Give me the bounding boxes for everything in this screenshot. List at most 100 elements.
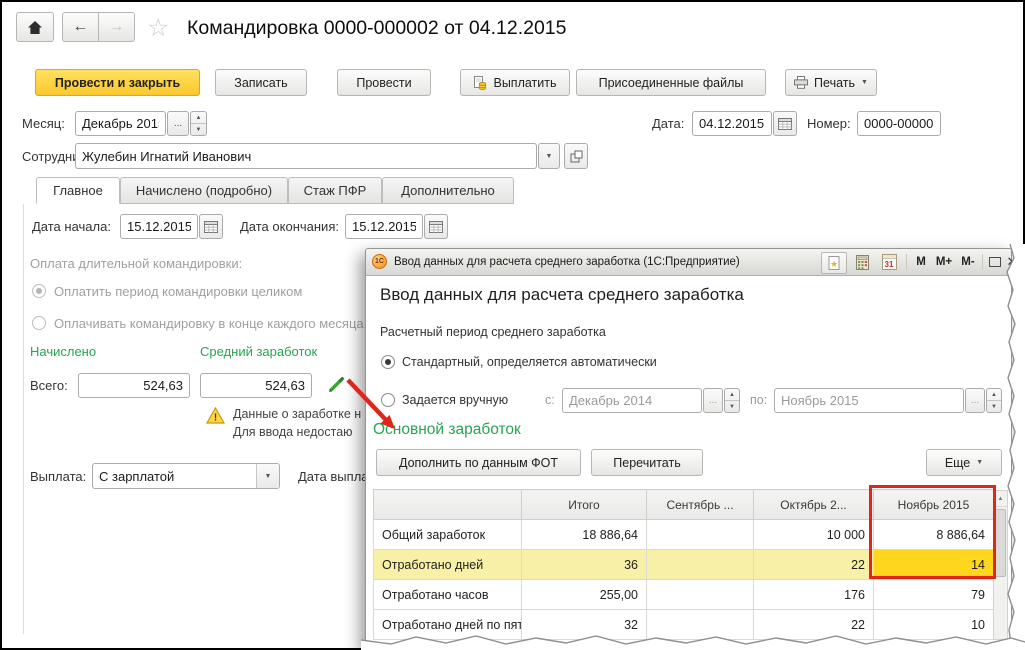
cell-name[interactable]: Отработано часов <box>374 580 522 610</box>
memory-plus-label: M+ <box>936 256 952 268</box>
favorites-doc-button[interactable]: ★ <box>821 252 847 274</box>
favorite-star-icon[interactable]: ☆ <box>147 13 169 43</box>
date-end-label: Дата окончания: <box>240 219 339 234</box>
tab-accrued-detail[interactable]: Начислено (подробно) <box>120 177 288 204</box>
calendar-icon <box>778 118 792 130</box>
radio-manual-label: Задается вручную <box>402 393 508 407</box>
tab-pfr[interactable]: Стаж ПФР <box>288 177 382 204</box>
tab-main-label: Главное <box>53 183 103 198</box>
spin-up-icon: ▲ <box>191 112 206 124</box>
payout-combobox[interactable]: С зарплатой ▼ <box>92 463 280 489</box>
cell-september[interactable] <box>647 580 754 610</box>
payout-label: Выплата: <box>30 469 86 484</box>
back-button[interactable]: ← <box>62 12 99 42</box>
calendar-tool-button[interactable]: 31 <box>879 252 899 272</box>
average-total-input[interactable] <box>200 373 312 398</box>
fill-from-fot-button[interactable]: Дополнить по данным ФОТ <box>376 449 581 476</box>
period-to-spinner[interactable]: ▲▼ <box>986 388 1002 413</box>
column-header-total[interactable]: Итого <box>522 490 647 520</box>
payout-dropdown-icon[interactable]: ▼ <box>256 464 279 488</box>
column-header-name[interactable] <box>374 490 522 520</box>
print-dropdown-icon: ▼ <box>861 79 868 86</box>
post-button[interactable]: Провести <box>337 69 431 96</box>
period-from-spinner[interactable]: ▲▼ <box>724 388 740 413</box>
cell-total[interactable]: 255,00 <box>522 580 647 610</box>
more-label: Еще <box>945 456 970 470</box>
calendar-31-icon: 31 <box>882 254 897 270</box>
doc-date-input[interactable] <box>692 111 772 136</box>
more-button[interactable]: Еще ▼ <box>926 449 1002 476</box>
back-arrow-icon: ← <box>73 18 89 36</box>
month-select-button[interactable]: ... <box>167 111 189 136</box>
home-button[interactable] <box>16 12 54 42</box>
svg-text:★: ★ <box>830 259 838 269</box>
date-end-calendar-button[interactable] <box>424 214 448 239</box>
annotation-rectangle <box>869 485 996 579</box>
cell-name[interactable]: Общий заработок <box>374 520 522 550</box>
radio-pay-full-label: Оплатить период командировки целиком <box>54 284 302 299</box>
1c-logo-icon: 1С <box>372 254 387 269</box>
radio-pay-full <box>32 284 46 298</box>
period-label: Расчетный период среднего заработка <box>380 325 606 339</box>
cell-october[interactable]: 10 000 <box>754 520 874 550</box>
open-link-icon <box>570 150 583 163</box>
month-input[interactable] <box>75 111 166 136</box>
long-trip-group-label: Оплата длительной командировки: <box>30 256 242 271</box>
month-spinner[interactable]: ▲ ▼ <box>190 111 207 136</box>
date-end-input[interactable] <box>345 214 423 239</box>
screenshot-canvas: ← → ☆ Командировка 0000-000002 от 04.12.… <box>0 0 1025 650</box>
cell-november[interactable]: 79 <box>874 580 994 610</box>
write-button[interactable]: Записать <box>215 69 307 96</box>
memory-plus-button[interactable]: M+ <box>932 252 956 272</box>
fill-from-fot-label: Дополнить по данным ФОТ <box>399 456 558 470</box>
titlebar-separator <box>982 254 983 270</box>
radio-standard-label: Стандартный, определяется автоматически <box>402 355 657 369</box>
date-start-input[interactable] <box>120 214 198 239</box>
attachments-button[interactable]: Присоединенные файлы <box>576 69 766 96</box>
spin-down-icon: ▼ <box>987 401 1001 412</box>
dialog-titlebar[interactable]: 1С Ввод данных для расчета среднего зара… <box>366 249 1011 276</box>
cell-name[interactable]: Отработано дней <box>374 550 522 580</box>
doc-number-label: Номер: <box>807 116 851 131</box>
doc-number-input[interactable] <box>857 111 941 136</box>
total-label: Всего: <box>30 378 68 393</box>
memory-minus-button[interactable]: M- <box>956 252 980 272</box>
tab-main[interactable]: Главное <box>36 177 120 204</box>
period-to-label: по: <box>750 393 767 407</box>
reread-button[interactable]: Перечитать <box>591 449 703 476</box>
forward-button[interactable]: → <box>98 12 135 42</box>
calendar-icon <box>429 221 443 233</box>
period-to-input[interactable] <box>774 388 964 413</box>
tab-additional[interactable]: Дополнительно <box>382 177 514 204</box>
tab-additional-label: Дополнительно <box>401 183 495 198</box>
pay-button[interactable]: Выплатить <box>460 69 570 96</box>
period-from-select-button[interactable]: ... <box>703 388 723 413</box>
page-title: Командировка 0000-000002 от 04.12.2015 <box>187 17 567 40</box>
radio-standard-period[interactable] <box>381 355 395 369</box>
cell-total[interactable]: 36 <box>522 550 647 580</box>
print-button[interactable]: Печать ▼ <box>785 69 877 96</box>
cell-september[interactable] <box>647 520 754 550</box>
period-to-select-button[interactable]: ... <box>965 388 985 413</box>
date-start-calendar-button[interactable] <box>199 214 223 239</box>
employee-dropdown-button[interactable]: ▼ <box>538 143 560 169</box>
post-and-close-button[interactable]: Провести и закрыть <box>35 69 200 96</box>
spin-up-icon: ▲ <box>725 389 739 401</box>
employee-input[interactable] <box>75 143 537 169</box>
column-header-october[interactable]: Октябрь 2... <box>754 490 874 520</box>
warning-line2: Для ввода недостаю <box>233 425 353 439</box>
cell-october[interactable]: 176 <box>754 580 874 610</box>
pay-label: Выплатить <box>493 76 556 90</box>
column-header-september[interactable]: Сентябрь ... <box>647 490 754 520</box>
doc-date-calendar-button[interactable] <box>773 111 797 136</box>
calculator-button[interactable] <box>852 252 872 272</box>
period-from-input[interactable] <box>562 388 702 413</box>
doc-star-icon: ★ <box>828 256 840 270</box>
cell-october[interactable]: 22 <box>754 550 874 580</box>
cell-september[interactable] <box>647 550 754 580</box>
cell-total[interactable]: 18 886,64 <box>522 520 647 550</box>
accrued-total-input[interactable] <box>78 373 190 398</box>
employee-open-button[interactable] <box>564 143 588 169</box>
memory-button[interactable]: M <box>912 252 930 272</box>
table-row-hours-worked[interactable]: Отработано часов 255,00 176 79 <box>374 580 994 610</box>
